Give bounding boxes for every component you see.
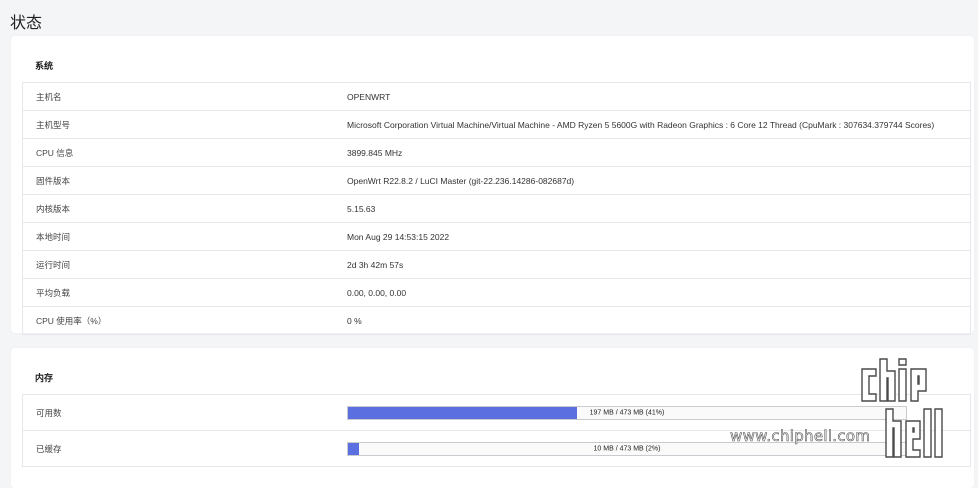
row-label: CPU 信息 xyxy=(36,147,74,158)
table-row: 主机名 OPENWRT xyxy=(22,83,971,111)
memory-table: 可用数 197 MB / 473 MB (41%) 已缓存 10 MB / 47… xyxy=(22,394,971,467)
row-label: 内核版本 xyxy=(36,203,71,214)
system-card: 系统 主机名 OPENWRT 主机型号 Microsoft Corporatio… xyxy=(11,36,974,335)
row-label: 固件版本 xyxy=(36,175,71,186)
memory-section-title: 内存 xyxy=(35,373,54,383)
table-row: CPU 信息 3899.845 MHz xyxy=(22,139,971,167)
row-label: 平均负载 xyxy=(36,287,71,298)
progress-text: 197 MB / 473 MB (41%) xyxy=(589,409,665,416)
row-label: 主机型号 xyxy=(36,119,71,130)
row-label: 本地时间 xyxy=(36,231,71,242)
row-label: 主机名 xyxy=(36,91,62,102)
row-value: 0 % xyxy=(347,315,362,326)
row-label: 可用数 xyxy=(36,407,62,418)
row-value: 0.00, 0.00, 0.00 xyxy=(347,287,407,298)
row-value: 5.15.63 xyxy=(347,203,376,214)
row-value: 2d 3h 42m 57s xyxy=(347,259,404,270)
table-row: CPU 使用率（%） 0 % xyxy=(22,307,971,335)
table-row: 平均负载 0.00, 0.00, 0.00 xyxy=(22,279,971,307)
memory-card: 内存 可用数 197 MB / 473 MB (41%) 已缓存 10 MB /… xyxy=(11,348,974,488)
table-row: 可用数 197 MB / 473 MB (41%) xyxy=(22,395,971,431)
row-value: OpenWrt R22.8.2 / LuCI Master (git-22.23… xyxy=(347,175,575,186)
table-row: 本地时间 Mon Aug 29 14:53:15 2022 xyxy=(22,223,971,251)
progress-text: 10 MB / 473 MB (2%) xyxy=(593,445,661,452)
row-label: 运行时间 xyxy=(36,259,71,270)
row-value: OPENWRT xyxy=(347,91,391,102)
row-value: 3899.845 MHz xyxy=(347,147,403,158)
row-value: Microsoft Corporation Virtual Machine/Vi… xyxy=(347,119,935,130)
table-row: 运行时间 2d 3h 42m 57s xyxy=(22,251,971,279)
system-section-title: 系统 xyxy=(35,61,54,71)
table-row: 内核版本 5.15.63 xyxy=(22,195,971,223)
row-label: CPU 使用率（%） xyxy=(36,315,107,326)
row-value: Mon Aug 29 14:53:15 2022 xyxy=(347,231,450,242)
table-row: 固件版本 OpenWrt R22.8.2 / LuCI Master (git-… xyxy=(22,167,971,195)
row-label: 已缓存 xyxy=(36,443,62,454)
table-row: 主机型号 Microsoft Corporation Virtual Machi… xyxy=(22,111,971,139)
memory-available-progress-bar: 197 MB / 473 MB (41%) xyxy=(347,405,907,420)
table-row: 已缓存 10 MB / 473 MB (2%) xyxy=(22,431,971,467)
page-title: 状态 xyxy=(10,15,43,32)
system-table: 主机名 OPENWRT 主机型号 Microsoft Corporation V… xyxy=(22,82,971,335)
memory-cached-progress-bar: 10 MB / 473 MB (2%) xyxy=(347,441,907,456)
